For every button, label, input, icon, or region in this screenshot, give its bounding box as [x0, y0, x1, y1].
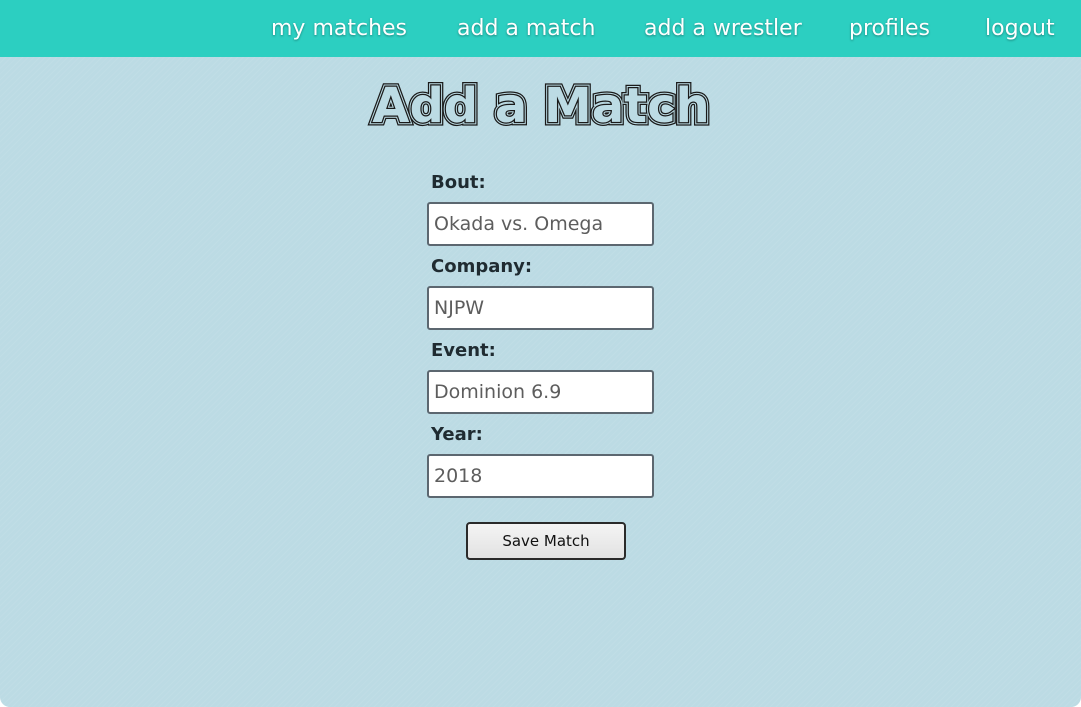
bout-label: Bout:: [431, 172, 486, 193]
page: my matches add a match add a wrestler pr…: [0, 0, 1081, 707]
event-input[interactable]: [427, 370, 654, 414]
event-label: Event:: [431, 340, 496, 361]
nav-profiles[interactable]: profiles: [849, 14, 930, 44]
company-input[interactable]: [427, 286, 654, 330]
year-label: Year:: [431, 424, 483, 445]
nav-add-a-match[interactable]: add a match: [457, 14, 595, 44]
nav-add-a-wrestler[interactable]: add a wrestler: [644, 14, 802, 44]
top-navbar: my matches add a match add a wrestler pr…: [0, 0, 1081, 57]
nav-my-matches[interactable]: my matches: [271, 14, 407, 44]
svg-text:Add a Match: Add a Match: [372, 78, 709, 132]
page-title-text: Add a Match Add a Match Add a Match Add …: [368, 76, 712, 132]
nav-logout[interactable]: logout: [985, 14, 1055, 44]
page-title: Add a Match Add a Match Add a Match Add …: [0, 76, 1081, 132]
year-input[interactable]: [427, 454, 654, 498]
bout-input[interactable]: [427, 202, 654, 246]
company-label: Company:: [431, 256, 533, 277]
save-match-button[interactable]: Save Match: [466, 522, 626, 560]
